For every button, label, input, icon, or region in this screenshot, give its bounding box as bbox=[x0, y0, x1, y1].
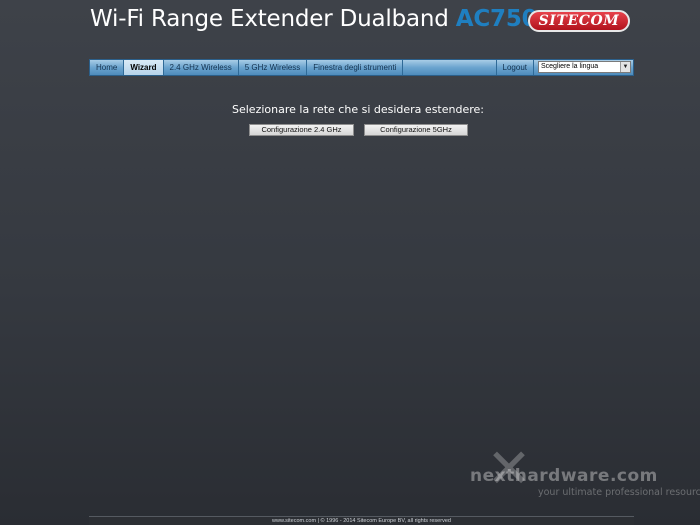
language-select-value: Scegliere la lingua bbox=[541, 63, 599, 70]
logout-button[interactable]: Logout bbox=[497, 60, 534, 75]
config-24ghz-button[interactable]: Configurazione 2.4 GHz bbox=[249, 124, 354, 136]
sitecom-logo: SITECOM bbox=[528, 10, 630, 32]
watermark-brand: nexthardware.com bbox=[470, 466, 658, 486]
nav-item-home[interactable]: Home bbox=[90, 60, 125, 75]
header: Wi-Fi Range Extender Dualband AC750 SITE… bbox=[90, 4, 635, 38]
footer: www.sitecom.com | © 1996 - 2014 Sitecom … bbox=[89, 516, 634, 525]
chevron-down-icon[interactable]: ▼ bbox=[620, 62, 630, 72]
nav-item-tools[interactable]: Finestra degli strumenti bbox=[307, 60, 404, 75]
nav-spacer bbox=[403, 60, 497, 75]
product-title: Wi-Fi Range Extender Dualband bbox=[90, 6, 449, 32]
nav-item-wizard[interactable]: Wizard bbox=[124, 60, 164, 75]
network-select-prompt: Selezionare la rete che si desidera este… bbox=[232, 103, 484, 116]
main-navbar: Home Wizard 2.4 GHz Wireless 5 GHz Wirel… bbox=[89, 59, 634, 76]
model-label: AC750 bbox=[455, 6, 538, 32]
watermark: ✕ nexthardware.com your ultimate profess… bbox=[470, 436, 700, 502]
watermark-tagline: your ultimate professional resource bbox=[538, 487, 700, 498]
page-title: Wi-Fi Range Extender Dualband AC750 bbox=[90, 6, 538, 32]
language-select[interactable]: Scegliere la lingua ▼ bbox=[538, 61, 631, 73]
nav-item-24ghz-wireless[interactable]: 2.4 GHz Wireless bbox=[164, 60, 239, 75]
nav-item-5ghz-wireless[interactable]: 5 GHz Wireless bbox=[239, 60, 308, 75]
config-5ghz-button[interactable]: Configurazione 5GHz bbox=[364, 124, 468, 136]
